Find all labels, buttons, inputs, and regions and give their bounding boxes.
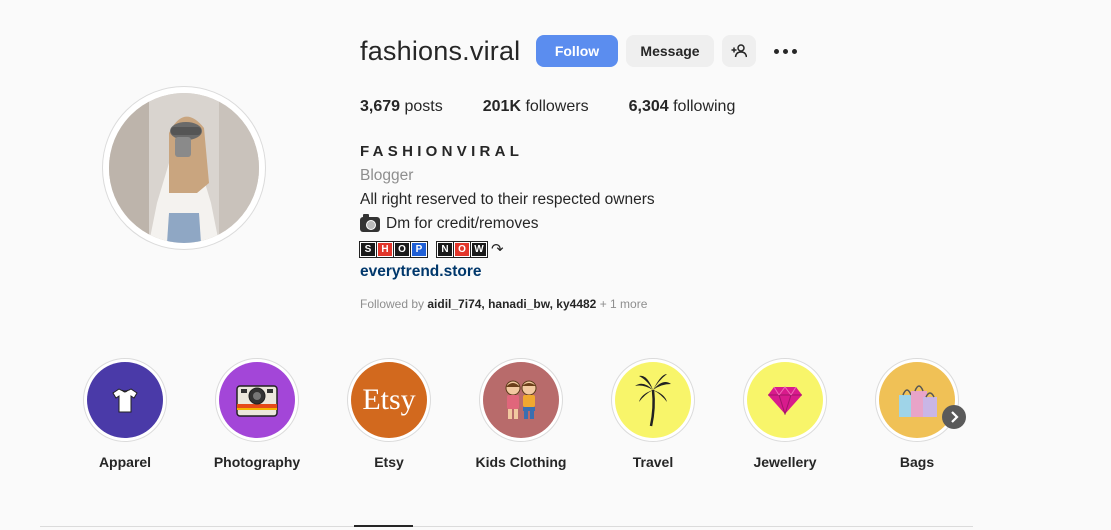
followers-count: 201K [482, 98, 521, 115]
followers-label: followers [525, 98, 589, 115]
now-letter: N [436, 240, 454, 258]
bio-line-1: All right reserved to their respected ow… [360, 191, 655, 208]
highlight-ring [875, 358, 959, 442]
more-dots-icon [782, 48, 788, 54]
kids-icon [483, 362, 559, 438]
followers-stat[interactable]: 201K followers [483, 98, 589, 116]
highlight-photography[interactable]: Photography [213, 358, 301, 470]
chevron-right-icon [951, 411, 959, 423]
highlight-label: Travel [632, 454, 674, 470]
followed-by-prefix: Followed by [360, 297, 425, 311]
bio-line-2-text: Dm for credit/removes [386, 215, 539, 232]
followed-by[interactable]: Followed by aidil_7i74, hanadi_bw, ky448… [360, 297, 647, 311]
camera-emoji-icon [360, 213, 380, 232]
following-label: following [673, 98, 736, 115]
highlight-ring [215, 358, 299, 442]
highlight-ring [83, 358, 167, 442]
highlight-apparel[interactable]: Apparel [83, 358, 167, 470]
shop-letter: H [376, 240, 394, 258]
following-count: 6,304 [628, 98, 669, 115]
highlight-label: Etsy [374, 454, 404, 470]
profile-website-link[interactable]: everytrend.store [360, 263, 481, 281]
camera-icon [219, 362, 295, 438]
story-highlights: Apparel Photography Etsy Etsy Kids Cloth… [83, 358, 1007, 470]
profile-category: Blogger [360, 167, 414, 184]
profile-username: fashions.viral [360, 36, 521, 66]
posts-label: posts [404, 98, 443, 115]
follow-button[interactable]: Follow [536, 35, 618, 67]
palm-tree-icon [615, 362, 691, 438]
shop-letter: O [393, 240, 411, 258]
suggest-accounts-button[interactable] [722, 35, 756, 67]
curved-arrow-icon: ↷ [491, 241, 504, 258]
bio-line-2: Dm for credit/removes [360, 213, 539, 233]
highlight-ring [611, 358, 695, 442]
shop-now-emoji-text: S H O P N O W ↷ [359, 240, 504, 258]
more-options-button[interactable] [770, 40, 800, 62]
highlight-ring [743, 358, 827, 442]
gem-icon [747, 362, 823, 438]
following-stat[interactable]: 6,304 following [629, 98, 736, 116]
now-letter: O [453, 240, 471, 258]
avatar[interactable] [109, 93, 259, 243]
highlight-etsy[interactable]: Etsy Etsy [347, 358, 431, 470]
shopping-bags-icon [879, 362, 955, 438]
followed-by-names: aidil_7i74, hanadi_bw, ky4482 [427, 297, 597, 311]
highlight-label: Photography [213, 454, 301, 470]
message-button[interactable]: Message [626, 35, 714, 67]
followed-by-more: + 1 more [599, 297, 648, 311]
highlight-label: Bags [899, 454, 935, 470]
more-dots-icon [791, 48, 797, 54]
highlight-label: Apparel [98, 454, 152, 470]
now-letter: W [470, 240, 488, 258]
shop-letter: S [359, 240, 377, 258]
add-person-icon [731, 44, 747, 58]
tshirt-icon [87, 362, 163, 438]
highlight-label: Kids Clothing [475, 454, 567, 470]
profile-stats: 3,679 posts 201K followers 6,304 followi… [360, 98, 775, 116]
profile-avatar-ring[interactable] [102, 86, 266, 250]
posts-count: 3,679 [360, 98, 401, 115]
highlights-next-button[interactable] [942, 405, 966, 429]
etsy-logo-text: Etsy [362, 383, 416, 416]
active-tab-indicator [354, 525, 413, 527]
posts-stat: 3,679 posts [360, 98, 443, 116]
shop-letter: P [410, 240, 428, 258]
highlight-travel[interactable]: Travel [611, 358, 695, 470]
more-dots-icon [773, 48, 779, 54]
highlight-ring [479, 358, 563, 442]
highlight-kids-clothing[interactable]: Kids Clothing [476, 358, 567, 470]
profile-full-name: FASHIONVIRAL [360, 143, 524, 160]
avatar-photo [109, 93, 259, 243]
etsy-logo: Etsy [351, 362, 427, 438]
highlight-ring: Etsy [347, 358, 431, 442]
highlight-label: Jewellery [753, 454, 817, 470]
highlight-jewellery[interactable]: Jewellery [743, 358, 827, 470]
tabs-divider [40, 526, 973, 527]
